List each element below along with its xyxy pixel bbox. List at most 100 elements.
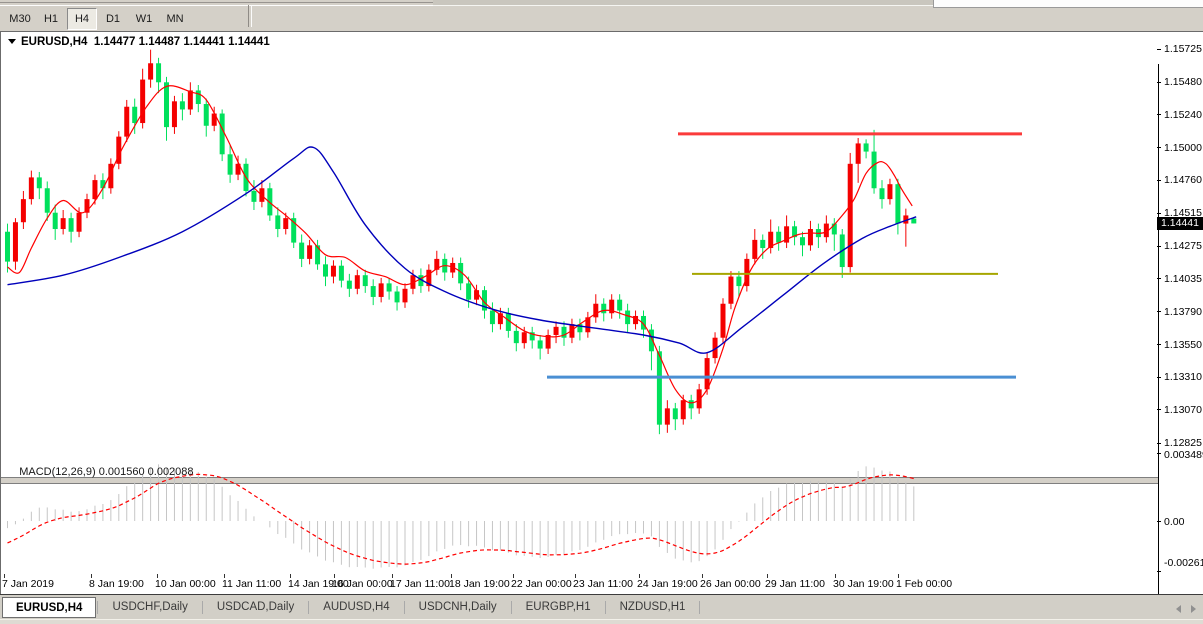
price-axis-label: 1.13550: [1164, 339, 1202, 351]
chart-tab-usdcnh[interactable]: USDCNH,Daily: [406, 597, 510, 618]
time-axis-label: 18 Jan 19:00: [449, 578, 510, 590]
chart-tab-usdchf[interactable]: USDCHF,Daily: [99, 597, 200, 618]
candle-body: [37, 177, 42, 188]
candle-body: [800, 237, 805, 245]
candle-body: [514, 331, 519, 343]
candle-body: [848, 164, 853, 267]
price-axis-tick: [1157, 443, 1161, 444]
candle-body: [196, 90, 201, 104]
time-axis-label: 7 Jan 2019: [2, 578, 54, 590]
time-axis-label: 8 Jan 19:00: [89, 578, 144, 590]
time-axis-label: 1 Feb 00:00: [896, 578, 952, 590]
chart-tab-usdcad[interactable]: USDCAD,Daily: [204, 597, 307, 618]
candle-body: [522, 332, 527, 343]
candle-body: [148, 63, 153, 79]
candle-body: [315, 245, 320, 264]
chart-title: EURUSD,H4 1.14477 1.14487 1.14441 1.1444…: [7, 36, 270, 48]
macd-indicator-label: MACD(12,26,9) 0.001560 0.002088: [7, 454, 194, 490]
price-axis-label: 1.15480: [1164, 76, 1202, 88]
chart-tab-eurusd[interactable]: EURUSD,H4: [2, 597, 96, 618]
chart-tab-nzdusd[interactable]: NZDUSD,H1: [607, 597, 699, 618]
candle-body: [681, 400, 686, 419]
candle-body: [5, 232, 10, 262]
time-axis-label: 10 Jan 00:00: [155, 578, 216, 590]
time-axis-label: 23 Jan 11:00: [573, 578, 633, 590]
tab-separator: [511, 601, 512, 614]
candle-body: [77, 213, 82, 232]
candle-body: [864, 143, 869, 151]
symbol-dropdown-icon[interactable]: [8, 39, 16, 48]
candle-body: [665, 408, 670, 424]
price-axis-tick: [1157, 377, 1161, 378]
macd-axis-tick: [1157, 571, 1161, 572]
time-axis-label: 24 Jan 19:00: [637, 578, 698, 590]
candle-body: [395, 292, 400, 303]
candle-body: [617, 300, 622, 311]
time-axis-label: 26 Jan 00:00: [700, 578, 761, 590]
candle-body: [466, 283, 471, 299]
chart-tab-eurgbp[interactable]: EURGBP,H1: [513, 597, 604, 618]
candle-body: [323, 264, 328, 276]
candle-body: [339, 266, 344, 281]
time-axis-label: 30 Jan 19:00: [833, 578, 894, 590]
macd-axis-tick: [1157, 453, 1161, 454]
candle-body: [371, 286, 376, 297]
price-axis-tick: [1157, 114, 1161, 115]
candle-body: [347, 281, 352, 289]
candle-body: [538, 340, 543, 348]
price-axis-label: 1.13070: [1164, 404, 1202, 416]
macd-axis-label: 0.00: [1164, 516, 1184, 528]
trading-terminal-window: M30H1H4D1W1MN EURUSD,H4 1.14477 1.14487 …: [0, 0, 1203, 624]
tab-separator: [97, 601, 98, 614]
chart-canvas[interactable]: [0, 0, 1157, 594]
time-axis-label: 16 Jan 00:00: [332, 578, 393, 590]
tab-separator: [308, 601, 309, 614]
price-axis-label: 1.12825: [1164, 437, 1202, 449]
price-axis-label: 1.15725: [1164, 43, 1202, 55]
chart-ohlc-values: 1.14477 1.14487 1.14441 1.14441: [87, 36, 269, 48]
candle-body: [887, 184, 892, 199]
tab-separator: [605, 601, 606, 614]
candle-body: [625, 311, 630, 325]
tab-separator: [404, 601, 405, 614]
candle-body: [808, 229, 813, 245]
tabs-scroll-left-icon[interactable]: [1172, 605, 1181, 613]
candle-body: [911, 219, 916, 224]
candle-body: [124, 107, 129, 137]
candle-body: [21, 199, 26, 222]
tab-separator: [699, 601, 700, 614]
candle-body: [728, 277, 733, 304]
candle-body: [752, 240, 757, 259]
candle-body: [92, 180, 97, 199]
candle-body: [554, 327, 559, 335]
price-axis-tick: [1157, 344, 1161, 345]
macd-axis-label: 0.003489: [1164, 449, 1203, 461]
candle-body: [490, 311, 495, 325]
candle-body: [363, 275, 368, 286]
candle-body: [132, 107, 137, 123]
candle-body: [689, 400, 694, 408]
price-axis-tick: [1157, 278, 1161, 279]
candle-body: [220, 114, 225, 155]
candle-body: [156, 63, 161, 82]
price-axis-label: 1.13310: [1164, 371, 1202, 383]
price-axis-label: 1.14760: [1164, 174, 1202, 186]
price-axis-label: 1.13790: [1164, 306, 1202, 318]
macd-axis-tick: [1157, 521, 1161, 522]
candle-body: [355, 275, 360, 289]
candle-body: [29, 177, 34, 199]
candle-body: [760, 240, 765, 248]
candle-body: [180, 101, 185, 109]
chart-tab-audusd[interactable]: AUDUSD,H4: [310, 597, 402, 618]
price-axis-label: 1.14035: [1164, 273, 1202, 285]
candle-body: [164, 82, 169, 127]
time-axis-label: 22 Jan 00:00: [511, 578, 572, 590]
candle-body: [61, 218, 66, 229]
tabs-scroll-right-icon[interactable]: [1191, 605, 1200, 613]
tabbar-bottom-strip: [0, 619, 1203, 624]
candle-body: [188, 90, 193, 109]
candle-body: [776, 232, 781, 243]
candle-body: [880, 188, 885, 199]
chart-tabs-bar: EURUSD,H4USDCHF,DailyUSDCAD,DailyAUDUSD,…: [0, 594, 1203, 624]
time-axis-label: 11 Jan 11:00: [222, 578, 281, 590]
